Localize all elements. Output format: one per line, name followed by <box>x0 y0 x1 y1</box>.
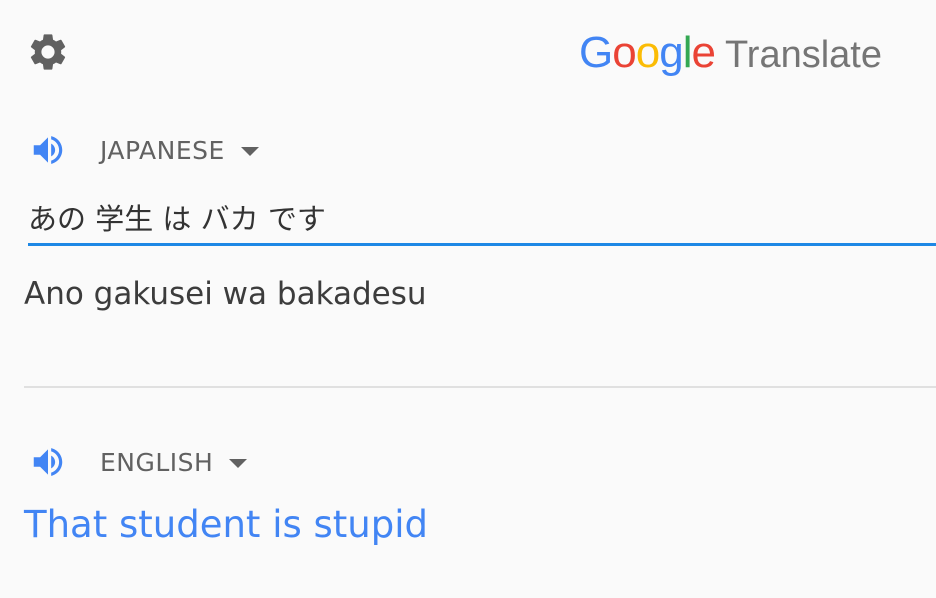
translation-result[interactable]: That student is stupid <box>24 502 428 548</box>
brand-letter: g <box>659 28 684 77</box>
chevron-down-icon <box>240 146 259 156</box>
target-listen-button[interactable] <box>28 442 68 482</box>
gear-icon <box>30 34 66 70</box>
brand-letter: o <box>635 28 661 77</box>
speaker-icon <box>33 448 63 476</box>
settings-button[interactable] <box>24 28 72 76</box>
divider <box>24 386 936 388</box>
product-name: Translate <box>725 34 882 76</box>
brand-letter: e <box>691 28 717 77</box>
brand-letter: o <box>612 28 637 77</box>
target-language-label: ENGLISH <box>100 447 214 477</box>
target-language-select[interactable]: ENGLISH <box>100 447 248 477</box>
source-listen-button[interactable] <box>28 130 68 170</box>
target-language-row: ENGLISH <box>28 440 248 484</box>
brand-letter: l <box>682 28 693 77</box>
google-translate-logo: Google Translate <box>579 26 882 80</box>
source-language-row: JAPANESE <box>28 128 259 172</box>
chevron-down-icon <box>229 458 248 468</box>
google-wordmark: Google <box>579 26 717 80</box>
source-text-input[interactable] <box>28 190 936 246</box>
source-language-select[interactable]: JAPANESE <box>100 136 259 165</box>
source-language-label: JAPANESE <box>100 135 225 165</box>
speaker-icon <box>33 136 63 164</box>
brand-letter: G <box>579 28 613 77</box>
source-romanization: Ano gakusei wa bakadesu <box>24 276 427 312</box>
